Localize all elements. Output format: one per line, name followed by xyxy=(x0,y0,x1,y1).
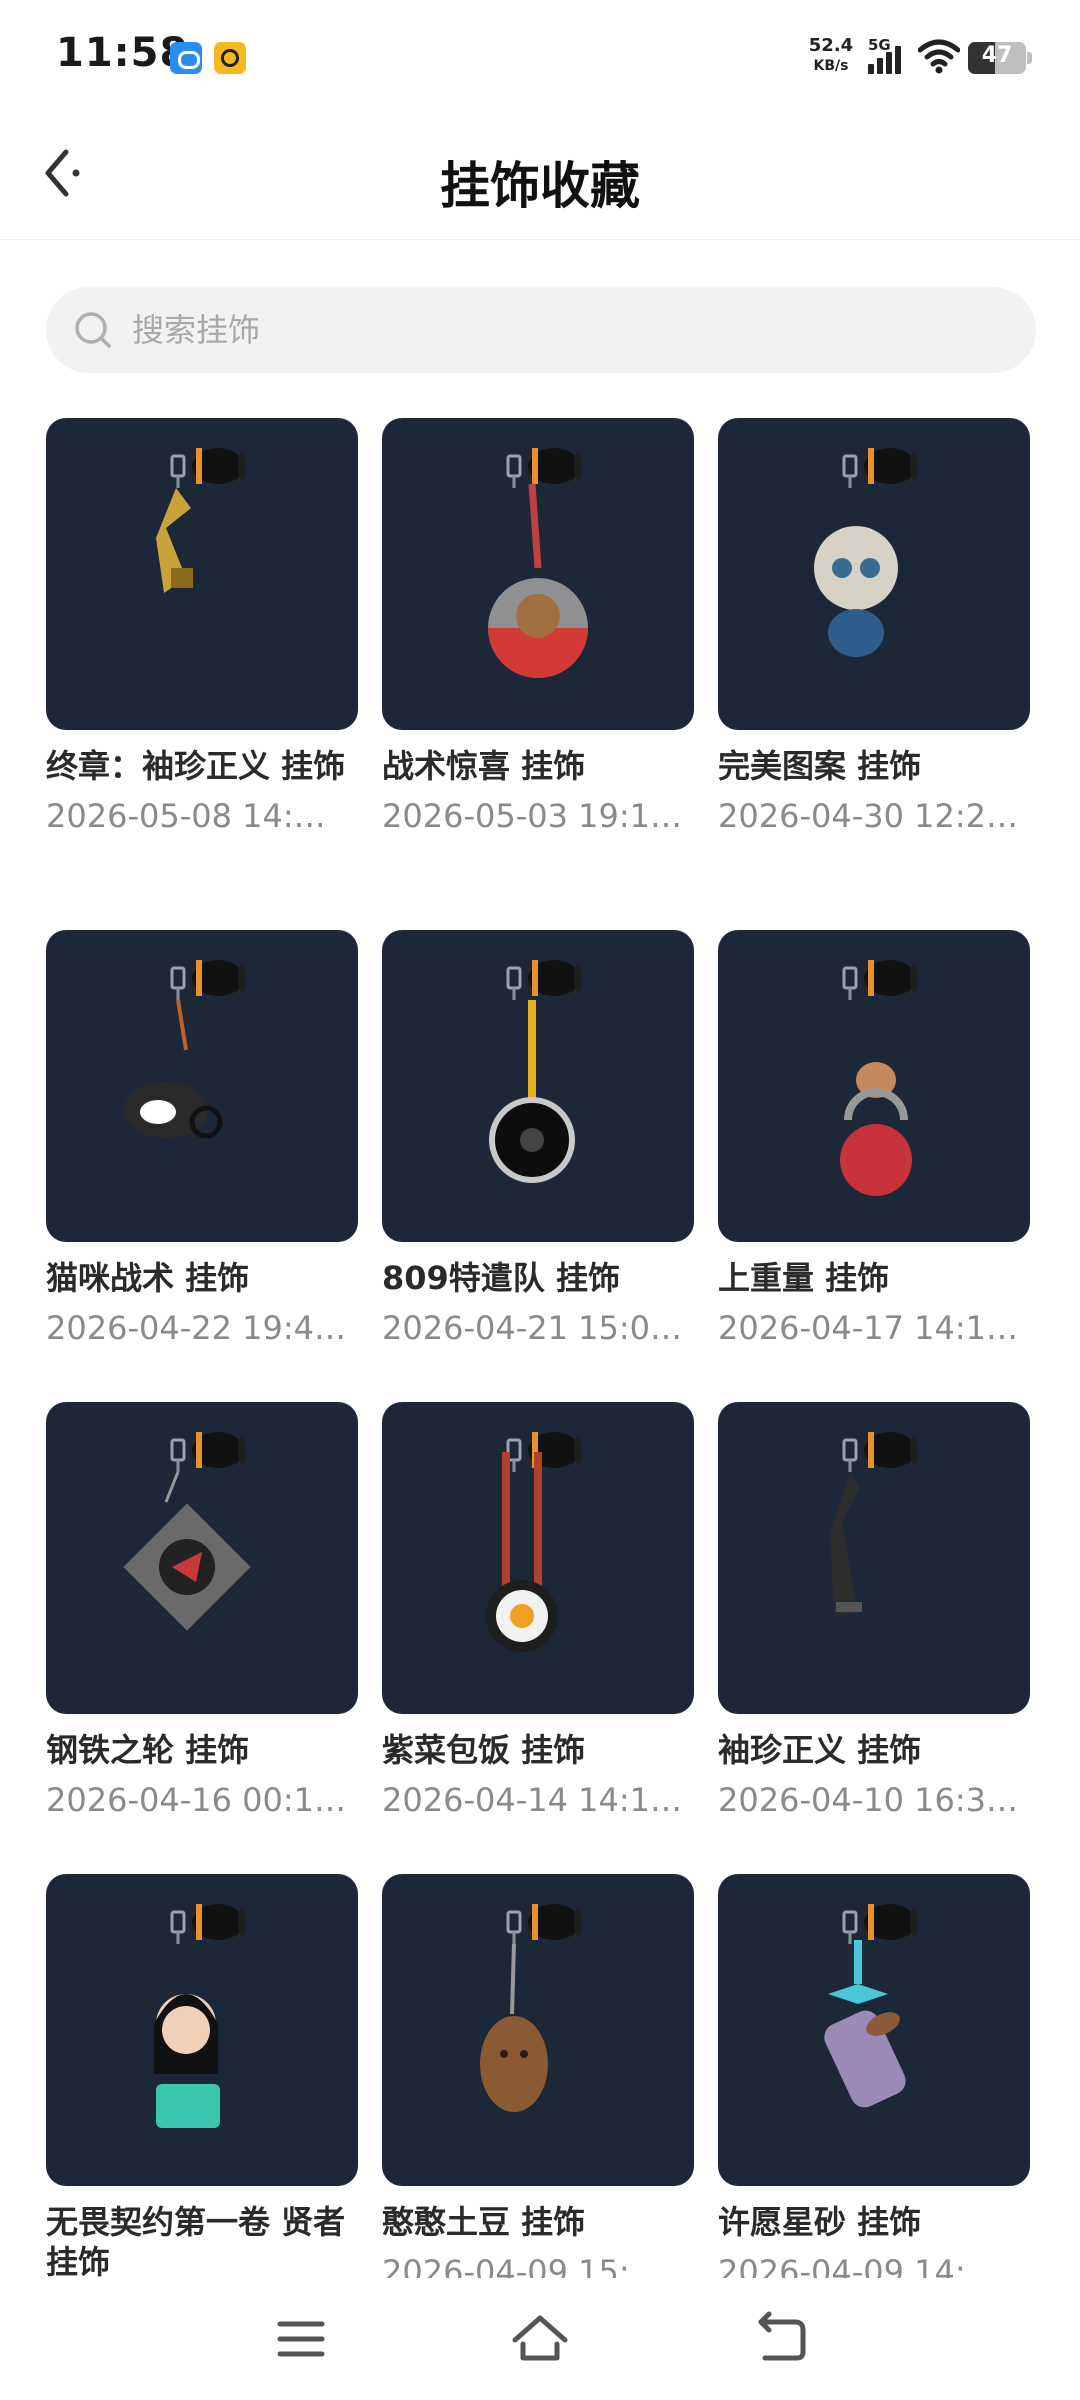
du-app-icon xyxy=(170,42,202,74)
pendant-card[interactable]: 终章：袖珍正义 挂饰 2026-05-08 14:… xyxy=(46,418,358,858)
pendant-card[interactable]: 紫菜包饭 挂饰 2026-04-14 14:1… xyxy=(382,1402,694,1842)
pendant-image[interactable] xyxy=(382,1402,694,1714)
pendant-image[interactable] xyxy=(718,1402,1030,1714)
target-app-icon xyxy=(214,42,246,74)
pendant-card[interactable]: 猫咪战术 挂饰 2026-04-22 19:4… xyxy=(46,930,358,1370)
pendant-name: 袖珍正义 挂饰 xyxy=(718,1731,922,1769)
pendant-name: 战术惊喜 挂饰 xyxy=(382,747,586,785)
pendant-date: 2026-04-16 00:1… xyxy=(46,1781,346,1819)
pendant-name: 终章：袖珍正义 挂饰 xyxy=(46,747,346,785)
pendant-grid: 终章：袖珍正义 挂饰 2026-05-08 14:… 战术惊喜 挂饰 2026-05… xyxy=(46,418,1036,2278)
pendant-date: 2026-04-30 12:2… xyxy=(718,797,1018,835)
home-icon[interactable] xyxy=(505,2304,575,2374)
network-speed: 52.4 KB/s xyxy=(805,36,857,76)
pendant-name: 猫咪战术 挂饰 xyxy=(46,1259,250,1297)
pendant-image[interactable] xyxy=(382,1874,694,2186)
pendant-image[interactable] xyxy=(718,930,1030,1242)
pendant-date: 2026-04-09 14:… xyxy=(718,2253,998,2278)
menu-icon[interactable] xyxy=(266,2304,336,2374)
pendant-image[interactable] xyxy=(718,1874,1030,2186)
pendant-name: 憨憨土豆 挂饰 xyxy=(382,2203,586,2241)
pendant-card[interactable]: 袖珍正义 挂饰 2026-04-10 16:3… xyxy=(718,1402,1030,1842)
pendant-image[interactable] xyxy=(46,1874,358,2186)
search-icon xyxy=(75,312,111,348)
back-arrow-icon[interactable] xyxy=(745,2304,815,2374)
search-bar[interactable] xyxy=(46,287,1036,373)
pendant-image[interactable] xyxy=(718,418,1030,730)
pendant-card[interactable]: 完美图案 挂饰 2026-04-30 12:2… xyxy=(718,418,1030,858)
pendant-image[interactable] xyxy=(382,418,694,730)
pendant-date: 2026-04-17 14:1… xyxy=(718,1309,1018,1347)
pendant-name: 上重量 挂饰 xyxy=(718,1259,890,1297)
battery-cap xyxy=(1027,52,1032,64)
header: 挂饰收藏 xyxy=(0,110,1080,240)
pendant-date: 2026-05-03 19:1… xyxy=(382,797,682,835)
pendant-date: 2026-04-14 14:1… xyxy=(382,1781,682,1819)
pendant-image[interactable] xyxy=(382,930,694,1242)
pendant-name: 钢铁之轮 挂饰 xyxy=(46,1731,250,1769)
status-bar: 11:58 52.4 KB/s 5G 47 xyxy=(0,0,1080,110)
pendant-card[interactable]: 战术惊喜 挂饰 2026-05-03 19:1… xyxy=(382,418,694,858)
pendant-date: 2026-04-10 16:3… xyxy=(718,1781,1018,1819)
pendant-card[interactable]: 上重量 挂饰 2026-04-17 14:1… xyxy=(718,930,1030,1370)
battery-icon: 47 xyxy=(968,42,1026,74)
wifi-icon xyxy=(918,39,960,74)
page-title: 挂饰收藏 xyxy=(440,157,640,215)
system-nav-bar xyxy=(0,2278,1080,2400)
pendant-date: 2026-04-22 19:4… xyxy=(46,1309,346,1347)
pendant-date: 2026-05-08 14:… xyxy=(46,797,326,835)
pendant-image[interactable] xyxy=(46,930,358,1242)
pendant-name: 809特遣队 挂饰 xyxy=(382,1259,620,1297)
pendant-date: 2026-04-21 15:0… xyxy=(382,1309,682,1347)
search-input[interactable] xyxy=(132,287,1012,373)
pendant-card[interactable]: 809特遣队 挂饰 2026-04-21 15:0… xyxy=(382,930,694,1370)
pendant-card[interactable]: 无畏契约第一卷 贤者 挂饰2026-04-09 15:… xyxy=(46,1874,358,2278)
pendant-name: 无畏契约第一卷 贤者 挂饰 xyxy=(46,2203,346,2278)
cellular-signal-icon: 5G xyxy=(868,36,910,74)
pendant-image[interactable] xyxy=(46,1402,358,1714)
battery-percent: 47 xyxy=(981,43,1013,68)
pendant-name: 许愿星砂 挂饰 xyxy=(718,2203,922,2241)
pendant-image[interactable] xyxy=(46,418,358,730)
pendant-card[interactable]: 钢铁之轮 挂饰 2026-04-16 00:1… xyxy=(46,1402,358,1842)
pendant-name: 紫菜包饭 挂饰 xyxy=(382,1731,586,1769)
network-speed-value: 52.4 xyxy=(808,35,854,56)
network-speed-unit: KB/s xyxy=(813,58,849,74)
pendant-date: 2026-04-09 15:… xyxy=(382,2253,662,2278)
pendant-card[interactable]: 憨憨土豆 挂饰 2026-04-09 15:… xyxy=(382,1874,694,2278)
status-time: 11:58 xyxy=(56,30,189,76)
pendant-name: 完美图案 挂饰 xyxy=(718,747,922,785)
pendant-card[interactable]: 许愿星砂 挂饰 2026-04-09 14:… xyxy=(718,1874,1030,2278)
